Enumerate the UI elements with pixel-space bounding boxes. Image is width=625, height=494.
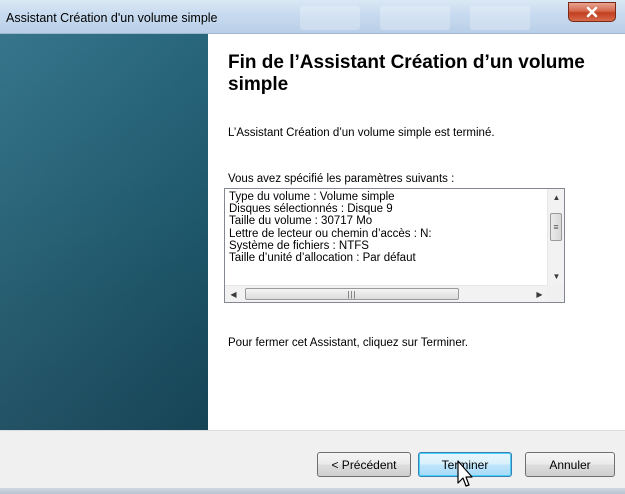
closing-text: Pour fermer cet Assistant, cliquez sur T… <box>228 337 469 349</box>
chevron-up-icon[interactable]: ▲ <box>548 189 564 206</box>
params-listbox[interactable]: Type du volume : Volume simple Disques s… <box>224 188 565 303</box>
cancel-button[interactable]: Annuler <box>525 452 615 477</box>
params-list: Type du volume : Volume simple Disques s… <box>229 191 547 264</box>
close-icon <box>586 6 598 18</box>
list-item: Système de fichiers : NTFS <box>229 239 369 252</box>
background-ghost <box>380 6 450 30</box>
params-label: Vous avez spécifié les paramètres suivan… <box>228 173 455 185</box>
list-item: Taille d’unité d’allocation : Par défaut <box>229 252 416 265</box>
vertical-scrollbar[interactable]: ▲ ≡ ▼ <box>547 189 564 285</box>
horizontal-scrollbar[interactable]: ◀ ||| ▶ <box>225 285 548 302</box>
wizard-window: Assistant Création d'un volume simple Fi… <box>0 0 625 494</box>
vertical-scroll-thumb[interactable]: ≡ <box>550 213 562 241</box>
wizard-content: Fin de l’Assistant Création d’un volume … <box>208 34 625 430</box>
taskbar-edge <box>0 488 625 494</box>
banner-shade <box>0 34 208 430</box>
intro-text: L’Assistant Création d’un volume simple … <box>228 127 495 139</box>
close-button[interactable] <box>568 2 616 22</box>
list-item: Type du volume : Volume simple <box>229 191 395 203</box>
wizard-banner <box>0 34 208 430</box>
page-title: Fin de l’Assistant Création d’un volume … <box>228 52 585 95</box>
chevron-down-icon[interactable]: ▼ <box>548 268 564 285</box>
list-item: Disques sélectionnés : Disque 9 <box>229 203 393 216</box>
title-bar[interactable]: Assistant Création d'un volume simple <box>0 0 625 34</box>
list-item: Taille du volume : 30717 Mo <box>229 215 373 228</box>
scroll-corner <box>547 285 564 302</box>
chevron-left-icon[interactable]: ◀ <box>225 286 242 302</box>
list-item: Lettre de lecteur ou chemin d’accès : N: <box>229 227 432 240</box>
back-button[interactable]: < Précédent <box>317 452 411 477</box>
mouse-pointer-icon <box>457 460 473 487</box>
horizontal-scroll-thumb[interactable]: ||| <box>245 288 459 300</box>
background-ghost <box>470 6 530 30</box>
window-title: Assistant Création d'un volume simple <box>6 11 218 25</box>
chevron-right-icon[interactable]: ▶ <box>531 286 548 302</box>
background-ghost <box>300 6 360 30</box>
button-bar: < Précédent Terminer Annuler <box>0 430 625 494</box>
